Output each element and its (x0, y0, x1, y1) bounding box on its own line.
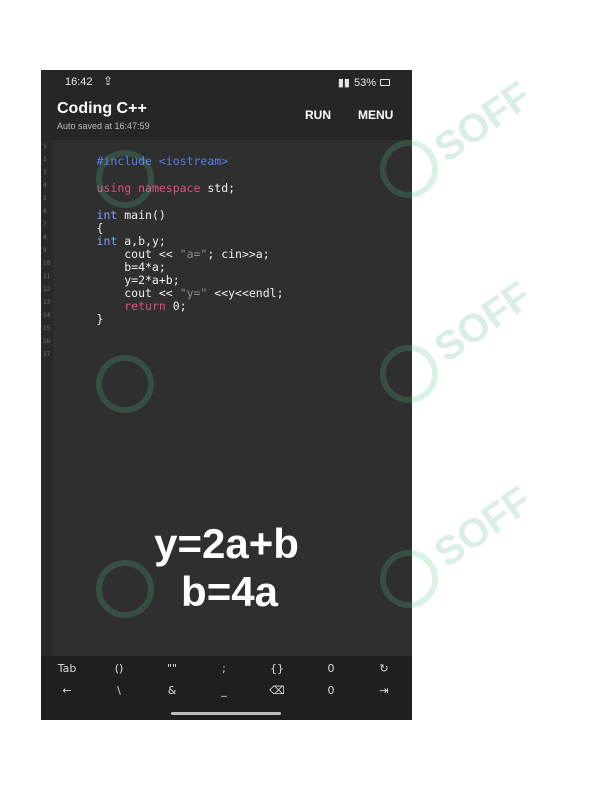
key-quotes[interactable]: "" (152, 662, 192, 675)
key-ampersand[interactable]: & (152, 684, 192, 697)
line-number: 5 (43, 195, 47, 202)
code-text: } (96, 312, 104, 326)
status-right: ▮▮ 53% (338, 76, 390, 89)
battery-icon (380, 79, 390, 86)
code-editor[interactable]: 1 2 3 4 5 6 7 8 9 10 11 12 13 14 15 16 1… (41, 140, 412, 664)
key-zero-2[interactable]: 0 (311, 684, 351, 697)
key-underscore[interactable]: _ (204, 684, 244, 697)
arrow-left-icon[interactable]: ← (47, 684, 87, 697)
key-tab[interactable]: Tab (47, 662, 87, 675)
autosave-status: Auto saved at 16:47:59 (57, 121, 150, 131)
line-number: 1 (43, 143, 47, 150)
home-indicator[interactable] (171, 712, 281, 715)
line-number: 8 (43, 234, 47, 241)
line-number: 16 (43, 338, 51, 345)
keyword-return: return (124, 299, 166, 313)
line-number: 3 (43, 169, 47, 176)
code-text: ; cin>>a; (207, 247, 270, 261)
watermark-text: SOFF (426, 478, 540, 576)
key-parens[interactable]: () (99, 662, 139, 675)
formula-overlay: y=2a+b b=4a (41, 520, 412, 616)
keyword-using: using (96, 181, 132, 195)
line-number: 14 (43, 312, 51, 319)
key-braces[interactable]: {} (257, 662, 297, 675)
backspace-icon[interactable]: ⌫ (257, 684, 297, 697)
string-literal: "a=" (179, 247, 208, 261)
preprocessor-token: #include (96, 154, 152, 168)
status-time: 16:42 (65, 76, 93, 88)
menu-button[interactable]: MENU (358, 108, 393, 122)
key-backslash[interactable]: \ (99, 684, 139, 697)
line-number: 17 (43, 351, 51, 358)
line-number: 4 (43, 182, 47, 189)
line-number: 6 (43, 208, 47, 215)
line-number: 11 (43, 273, 51, 280)
line-number: 10 (43, 260, 51, 267)
app-bar: Coding C++ Auto saved at 16:47:59 RUN ME… (41, 96, 412, 140)
watermark-text: SOFF (426, 73, 540, 171)
symbol-keyboard-bar: Tab () "" ; {} 0 ↻ ← \ & _ ⌫ 0 ⇥ (41, 656, 412, 714)
navigation-bar (41, 710, 412, 720)
keyword-namespace: namespace (131, 181, 201, 195)
formula-line-2: b=4a (181, 568, 278, 615)
line-number: 2 (43, 156, 47, 163)
formula-line-1: y=2a+b (154, 520, 299, 567)
battery-percent: 53% (353, 76, 376, 89)
line-number: 9 (43, 247, 47, 254)
upload-icon: ⇪ (103, 74, 114, 88)
signal-icon: ▮▮ (337, 77, 350, 89)
indent-icon[interactable]: ⇥ (364, 684, 404, 697)
line-number: 15 (43, 325, 51, 332)
phone-screen: 16:42 ⇪ ▮▮ 53% Coding C++ Auto saved at … (41, 70, 412, 720)
include-path: <iostream> (151, 154, 229, 168)
code-text: 0; (165, 299, 187, 313)
code-text: main() (117, 208, 166, 222)
code-line[interactable]: } (55, 300, 104, 339)
line-number: 7 (43, 221, 47, 228)
key-semicolon[interactable]: ; (204, 662, 244, 675)
redo-icon[interactable]: ↻ (364, 662, 404, 675)
line-number: 12 (43, 286, 51, 293)
app-title: Coding C++ (57, 100, 147, 117)
status-bar: 16:42 ⇪ ▮▮ 53% (41, 70, 412, 96)
key-zero[interactable]: 0 (311, 662, 351, 675)
watermark-text: SOFF (426, 273, 540, 371)
line-number: 13 (43, 299, 51, 306)
code-text: std; (200, 181, 236, 195)
run-button[interactable]: RUN (305, 108, 331, 122)
code-text: <<y<<endl; (207, 286, 284, 300)
